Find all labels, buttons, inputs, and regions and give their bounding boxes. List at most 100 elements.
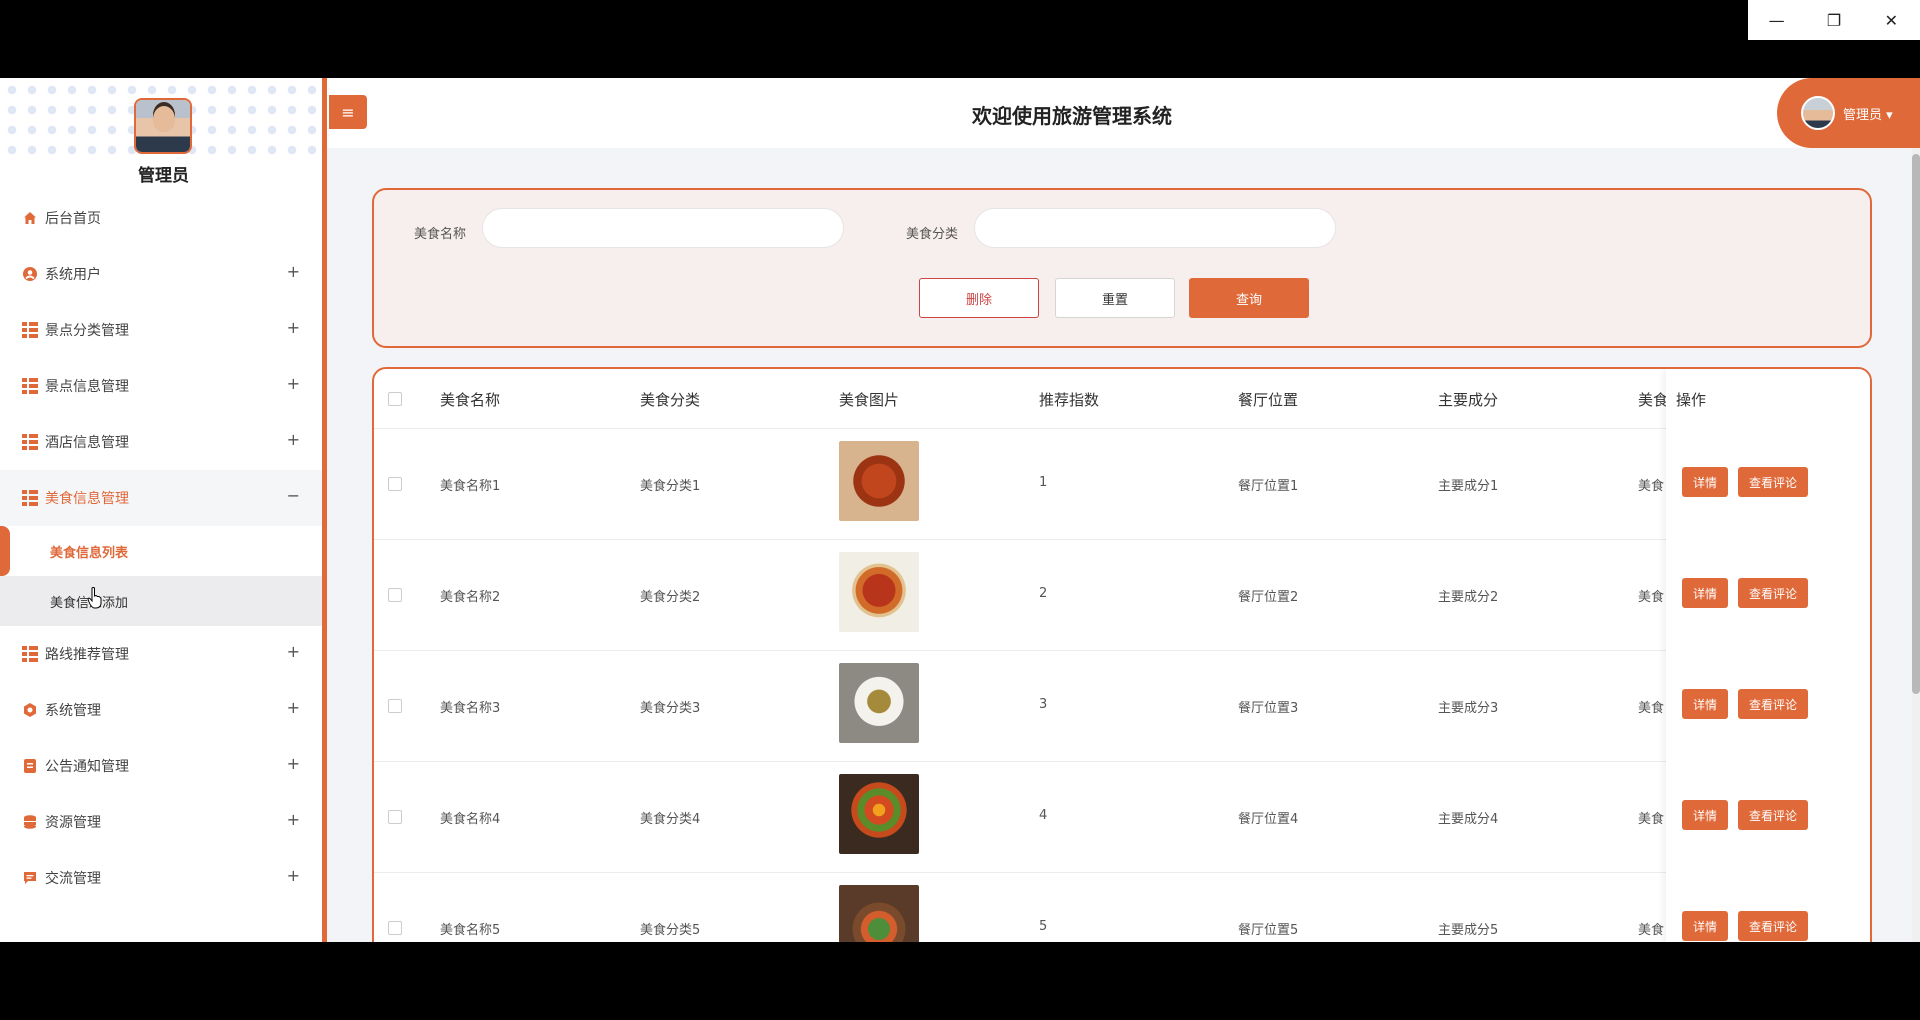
page-title: 欢迎使用旅游管理系统: [972, 104, 1172, 128]
row-checkbox[interactable]: [388, 921, 402, 935]
expand-icon: +: [286, 262, 300, 281]
user-menu[interactable]: 管理员 ▾: [1777, 78, 1920, 148]
cell-extra: 美食: [1638, 479, 1665, 494]
sidebar-item-hotel-info[interactable]: 酒店信息管理 +: [0, 414, 322, 470]
table-row: 美食名称1 美食分类1 1 餐厅位置1 主要成分1 美食: [374, 429, 1870, 540]
sidebar-item-communication[interactable]: 交流管理 +: [0, 850, 322, 906]
detail-button[interactable]: 详情: [1682, 689, 1728, 719]
view-comments-button[interactable]: 查看评论: [1738, 578, 1808, 608]
food-name-input[interactable]: [482, 208, 844, 248]
cell-name: 美食名称1: [440, 479, 501, 494]
cell-extra: 美食: [1638, 812, 1665, 827]
detail-button[interactable]: 详情: [1682, 467, 1728, 497]
cell-score: 5: [1039, 919, 1048, 934]
admin-name: 管理员: [138, 166, 189, 186]
view-comments-button[interactable]: 查看评论: [1738, 689, 1808, 719]
sidebar-item-system-users[interactable]: 系统用户 +: [0, 246, 322, 302]
cell-score: 1: [1039, 475, 1048, 490]
chat-icon: [22, 871, 37, 886]
cell-extra: 美食: [1638, 590, 1665, 605]
screen-bottom-area: [0, 942, 1920, 1020]
row-checkbox[interactable]: [388, 699, 402, 713]
food-table: 美食名称 美食分类 美食图片 推荐指数 餐厅位置 主要成分 美食 美食名称1 美…: [372, 367, 1872, 942]
sidebar: 管理员 后台首页 系统用户 + 景点分类管理 + 景点信息管理 + 酒店信息管理…: [0, 78, 327, 942]
sidebar-item-dashboard[interactable]: 后台首页: [0, 190, 322, 246]
top-header: ≡ 欢迎使用旅游管理系统 管理员 ▾: [327, 78, 1920, 148]
food-category-input[interactable]: [974, 208, 1336, 248]
restore-button[interactable]: ❐: [1805, 0, 1862, 40]
column-header[interactable]: 餐厅位置: [1238, 389, 1298, 410]
column-header[interactable]: 美食图片: [839, 389, 899, 410]
sidebar-item-scenic-info[interactable]: 景点信息管理 +: [0, 358, 322, 414]
food-category-label: 美食分类: [906, 227, 959, 242]
user-icon: [22, 267, 37, 282]
scrollbar-thumb[interactable]: [1912, 154, 1920, 694]
sidebar-item-label: 美食信息管理: [45, 491, 129, 507]
view-comments-button[interactable]: 查看评论: [1738, 800, 1808, 830]
grid-icon: [21, 490, 38, 506]
column-header[interactable]: 美食: [1638, 389, 1668, 410]
sidebar-subitem-food-list[interactable]: 美食信息列表: [0, 526, 322, 576]
food-image: [839, 885, 919, 942]
minimize-button[interactable]: —: [1748, 0, 1805, 40]
row-checkbox[interactable]: [388, 588, 402, 602]
home-icon: [22, 211, 37, 226]
table-row: 美食名称4 美食分类4 4 餐厅位置4 主要成分4 美食: [374, 762, 1870, 873]
column-header[interactable]: 主要成分: [1438, 389, 1498, 410]
table-row: 美食名称2 美食分类2 2 餐厅位置2 主要成分2 美食: [374, 540, 1870, 651]
grid-icon: [21, 434, 38, 450]
column-header[interactable]: 美食名称: [440, 389, 500, 410]
cell-ingredients: 主要成分5: [1438, 923, 1499, 938]
table-row: 美食名称3 美食分类3 3 餐厅位置3 主要成分3 美食: [374, 651, 1870, 762]
table-row: 美食名称5 美食分类5 5 餐厅位置5 主要成分5 美食: [374, 873, 1870, 942]
delete-button[interactable]: 删除: [919, 278, 1039, 318]
detail-button[interactable]: 详情: [1682, 800, 1728, 830]
food-image: [839, 441, 919, 521]
operation-column: 操作 详情 查看评论 详情 查看评论 详情 查看评论 详情 查看评论 详情 查看…: [1666, 369, 1870, 942]
food-image: [839, 774, 919, 854]
expand-icon: +: [286, 430, 300, 449]
sidebar-item-system-settings[interactable]: 系统管理 +: [0, 682, 322, 738]
view-comments-button[interactable]: 查看评论: [1738, 467, 1808, 497]
sidebar-item-notices[interactable]: 公告通知管理 +: [0, 738, 322, 794]
sidebar-item-scenic-category[interactable]: 景点分类管理 +: [0, 302, 322, 358]
grid-icon: [21, 378, 38, 394]
cell-location: 餐厅位置3: [1238, 701, 1299, 716]
cell-score: 3: [1039, 697, 1048, 712]
page-scrollbar[interactable]: [1912, 148, 1920, 942]
sidebar-item-resources[interactable]: 资源管理 +: [0, 794, 322, 850]
cell-category: 美食分类5: [640, 923, 701, 938]
query-button[interactable]: 查询: [1189, 278, 1309, 318]
row-checkbox[interactable]: [388, 810, 402, 824]
expand-icon: +: [286, 866, 300, 885]
cell-extra: 美食: [1638, 701, 1665, 716]
sidebar-item-route-recommend[interactable]: 路线推荐管理 +: [0, 626, 322, 682]
column-header[interactable]: 推荐指数: [1039, 389, 1099, 410]
sidebar-item-label: 酒店信息管理: [45, 435, 129, 451]
sidebar-item-label: 公告通知管理: [45, 759, 129, 775]
detail-button[interactable]: 详情: [1682, 911, 1728, 941]
sidebar-subitem-food-add[interactable]: 美食信息添加: [0, 576, 322, 626]
grid-icon: [21, 322, 38, 338]
expand-icon: +: [286, 754, 300, 773]
cell-name: 美食名称4: [440, 812, 501, 827]
row-checkbox[interactable]: [388, 477, 402, 491]
cell-ingredients: 主要成分1: [1438, 479, 1499, 494]
admin-avatar: [134, 98, 192, 154]
column-header[interactable]: 美食分类: [640, 389, 700, 410]
sidebar-item-label: 景点分类管理: [45, 323, 129, 339]
avatar: [1801, 96, 1835, 130]
mouse-cursor-icon: [87, 587, 102, 609]
close-button[interactable]: ✕: [1863, 0, 1920, 40]
food-image: [839, 552, 919, 632]
detail-button[interactable]: 详情: [1682, 578, 1728, 608]
database-icon: [22, 815, 37, 830]
cell-location: 餐厅位置4: [1238, 812, 1299, 827]
collapse-icon: −: [286, 486, 300, 505]
select-all-checkbox[interactable]: [388, 392, 402, 406]
reset-button[interactable]: 重置: [1055, 278, 1175, 318]
view-comments-button[interactable]: 查看评论: [1738, 911, 1808, 941]
sidebar-item-food-info[interactable]: 美食信息管理 −: [0, 470, 322, 526]
cell-name: 美食名称5: [440, 923, 501, 938]
cell-name: 美食名称3: [440, 701, 501, 716]
